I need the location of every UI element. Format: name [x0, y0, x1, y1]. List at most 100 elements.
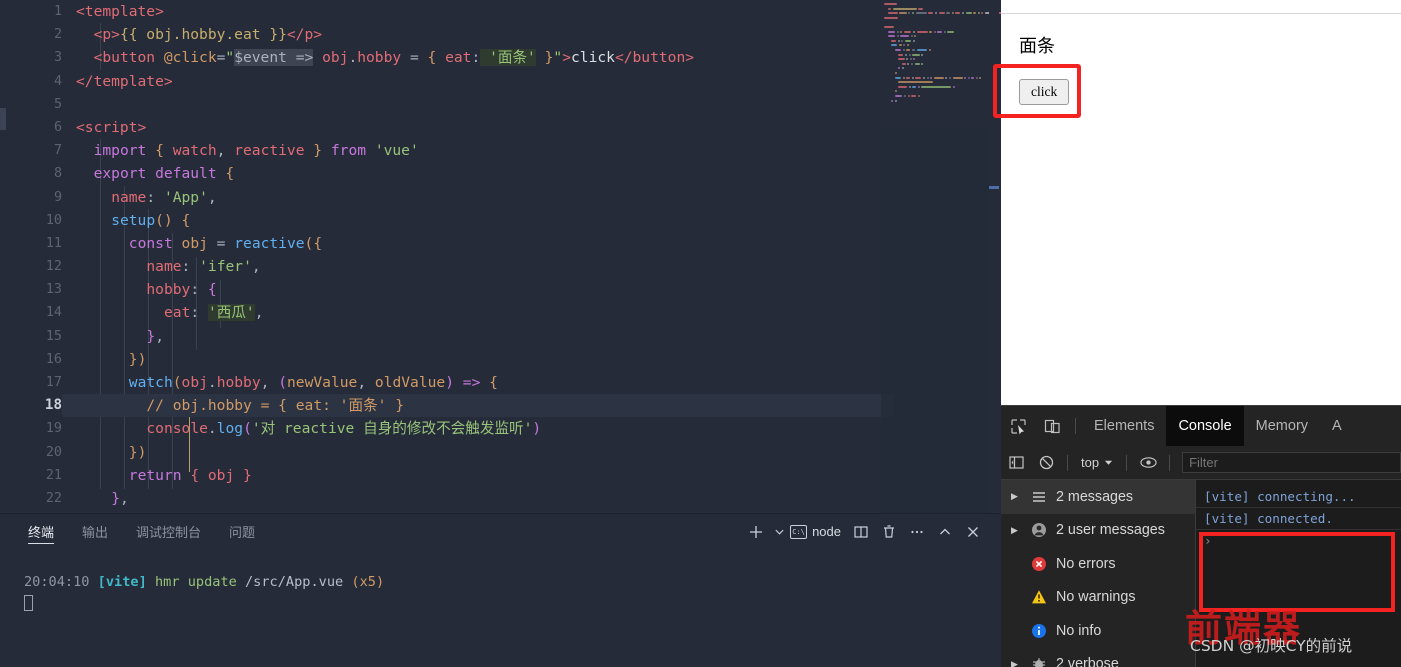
- clear-console-icon[interactable]: [1031, 446, 1061, 480]
- code-line[interactable]: 19 console.log('对 reactive 自身的修改不会触发监听'): [0, 417, 1001, 440]
- panel-tab-list[interactable]: 终端 输出 调试控制台 问题: [0, 514, 700, 549]
- minimap-row: [965, 12, 972, 15]
- line-number: 6: [53, 119, 62, 135]
- trash-icon[interactable]: [875, 518, 903, 546]
- console-sidebar-item-4[interactable]: ▶No info: [1001, 614, 1195, 648]
- expand-caret-icon[interactable]: ▶: [1011, 491, 1021, 502]
- code-line[interactable]: 1 <template>: [0, 0, 1001, 23]
- minimap-row: [937, 30, 943, 33]
- code-editor[interactable]: 1 <template> 2 <p>{{ obj.hobby.eat }}</p> 3 <…: [0, 0, 1001, 513]
- console-log-area[interactable]: [vite] connecting... [vite] connected. ›: [1196, 480, 1401, 667]
- sidebar-toggle-icon[interactable]: [1001, 446, 1031, 480]
- line-number: 20: [45, 444, 62, 460]
- code-line[interactable]: 10 setup() {: [0, 209, 1001, 232]
- code-line[interactable]: 3 <button @click="$event => obj.hobby = {…: [0, 46, 1001, 69]
- line-number: 8: [53, 166, 62, 182]
- code-line[interactable]: 7 import { watch, reactive } from 'vue': [0, 139, 1001, 162]
- console-sidebar-item-3[interactable]: ▶No warnings: [1001, 581, 1195, 615]
- terminal-instance-node[interactable]: C:\ node: [790, 524, 841, 539]
- code-line[interactable]: 18 // obj.hobby = { eat: '面条' }: [0, 394, 1001, 418]
- code-line[interactable]: 4 </template>: [0, 70, 1001, 93]
- devtools-tab-a[interactable]: A: [1320, 406, 1354, 446]
- minimap-row: [902, 62, 906, 65]
- console-sidebar-item-2[interactable]: ▶No errors: [1001, 547, 1195, 581]
- expand-caret-icon[interactable]: ▶: [1011, 659, 1021, 667]
- line-number: 17: [45, 375, 62, 390]
- minimap-row: [910, 62, 913, 65]
- code-line[interactable]: 12 name: 'ifer',: [0, 255, 1001, 278]
- expand-caret-icon[interactable]: ▶: [1011, 525, 1021, 536]
- minimap-row: [914, 62, 920, 65]
- chevron-down-icon[interactable]: [770, 518, 788, 546]
- panel-tab-3[interactable]: 问题: [229, 514, 255, 549]
- execution-context-selector[interactable]: top: [1074, 455, 1120, 470]
- minimap-row: [899, 12, 907, 15]
- info-icon: [1030, 622, 1047, 639]
- new-terminal-icon[interactable]: [742, 518, 770, 546]
- panel-tab-2[interactable]: 调试控制台: [136, 514, 201, 549]
- minimap-row: [929, 30, 932, 33]
- minimap-row: [891, 44, 898, 47]
- code-text: <button @click="$event => obj.hobby = { …: [93, 49, 695, 67]
- line-number: 12: [45, 259, 62, 275]
- console-sidebar-item-0[interactable]: ▶ 2 messages: [1001, 480, 1195, 514]
- device-toolbar-icon[interactable]: [1035, 406, 1069, 446]
- console-sidebar-item-1[interactable]: ▶ 2 user messages: [1001, 514, 1195, 548]
- editor-scrollbar[interactable]: [989, 0, 999, 513]
- minimap-row: [911, 95, 917, 97]
- chevron-down-icon: [1104, 460, 1113, 465]
- code-line[interactable]: 2 <p>{{ obj.hobby.eat }}</p>: [0, 23, 1001, 46]
- code-line[interactable]: 6 <script>: [0, 116, 1001, 139]
- minimap-row: [926, 76, 929, 79]
- code-line[interactable]: 21 return { obj }: [0, 464, 1001, 487]
- terminal-timestamp: 20:04:10: [24, 574, 90, 590]
- code-line[interactable]: 17 watch(obj.hobby, (newValue, oldValue) …: [0, 371, 1001, 394]
- panel-tab-1[interactable]: 输出: [82, 514, 108, 549]
- line-number: 1: [53, 4, 62, 19]
- code-text: hobby: {: [146, 281, 217, 299]
- console-sidebar-item-5[interactable]: ▶ 2 verbose: [1001, 648, 1195, 667]
- execution-context-label: top: [1081, 455, 1100, 470]
- console-toolbar[interactable]: top: [1001, 446, 1401, 480]
- panel-action-bar[interactable]: C:\ node: [742, 514, 987, 549]
- editor-minimap[interactable]: [881, 0, 1001, 513]
- minimap-row: [928, 12, 934, 15]
- more-actions-icon[interactable]: [903, 518, 931, 546]
- code-line[interactable]: 11 const obj = reactive({: [0, 232, 1001, 255]
- minimap-row: [915, 12, 927, 15]
- inspect-element-icon[interactable]: [1001, 406, 1035, 446]
- code-line[interactable]: 20}): [0, 441, 1001, 464]
- code-line[interactable]: 5: [0, 93, 1001, 116]
- live-expression-eye-icon[interactable]: [1133, 446, 1163, 480]
- console-prompt[interactable]: ›: [1196, 529, 1401, 551]
- devtools-tab-console[interactable]: Console: [1166, 406, 1244, 446]
- split-terminal-icon[interactable]: [847, 518, 875, 546]
- console-sidebar[interactable]: ▶2 messages▶2 user messages▶No errors▶No…: [1001, 480, 1196, 667]
- console-filter-input[interactable]: [1182, 452, 1401, 473]
- line-number: 4: [53, 73, 62, 89]
- close-panel-icon[interactable]: [959, 518, 987, 546]
- console-sidebar-label: No info: [1056, 622, 1102, 639]
- panel-tab-0[interactable]: 终端: [28, 514, 55, 549]
- minimap-row: [908, 85, 911, 88]
- code-line[interactable]: 9 name: 'App',: [0, 186, 1001, 209]
- line-number: 15: [45, 328, 62, 344]
- code-line[interactable]: 22},: [0, 487, 1001, 510]
- code-line[interactable]: 14 eat: '西瓜',: [0, 301, 1001, 324]
- devtools-tab-memory[interactable]: Memory: [1244, 406, 1320, 446]
- minimap-row: [981, 12, 984, 15]
- click-button[interactable]: click: [1019, 79, 1070, 105]
- code-lines[interactable]: 1 <template> 2 <p>{{ obj.hobby.eat }}</p> 3 <…: [0, 0, 1001, 513]
- devtools-tab-bar[interactable]: Elements Console Memory A: [1001, 406, 1401, 446]
- line-number: 13: [45, 282, 62, 298]
- console-sidebar-label: 2 user messages: [1056, 522, 1165, 539]
- code-line[interactable]: 8 export default {: [0, 162, 1001, 185]
- line-number: 10: [45, 212, 62, 228]
- devtools-tab-elements[interactable]: Elements: [1082, 406, 1166, 446]
- maximize-panel-icon[interactable]: [931, 518, 959, 546]
- code-line[interactable]: 13 hobby: {: [0, 278, 1001, 301]
- code-line[interactable]: 15},: [0, 325, 1001, 348]
- terminal-output[interactable]: 20:04:10 [vite] hmr update /src/App.vue …: [0, 549, 1001, 667]
- code-text: export default {: [93, 165, 235, 183]
- code-line[interactable]: 16}): [0, 348, 1001, 371]
